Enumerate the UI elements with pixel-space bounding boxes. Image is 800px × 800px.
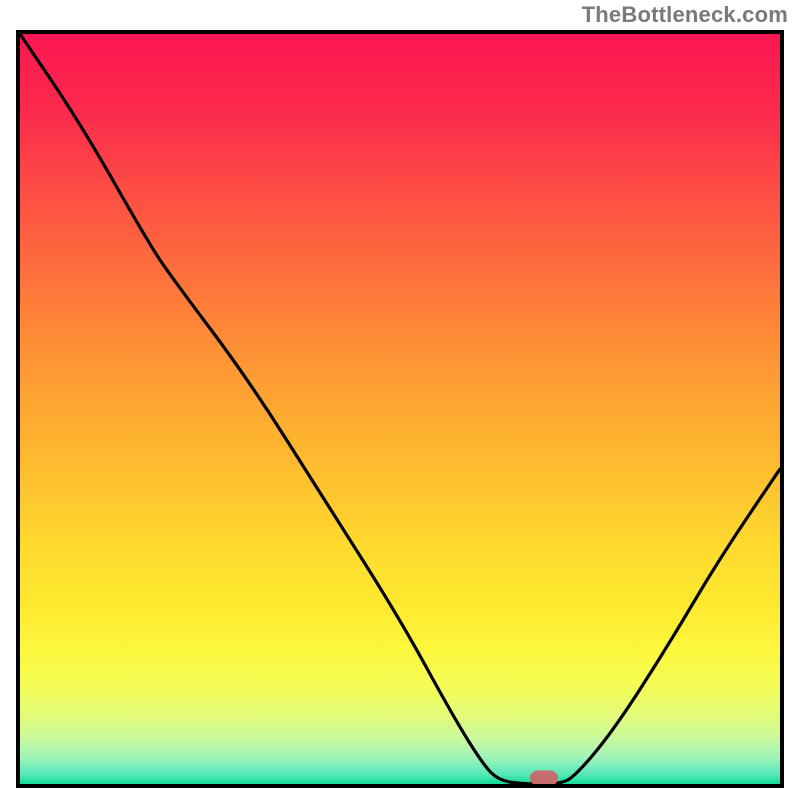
optimal-point-marker — [530, 771, 558, 786]
chart-frame — [16, 30, 784, 788]
bottleneck-curve — [20, 34, 780, 784]
watermark-text: TheBottleneck.com — [582, 2, 788, 28]
